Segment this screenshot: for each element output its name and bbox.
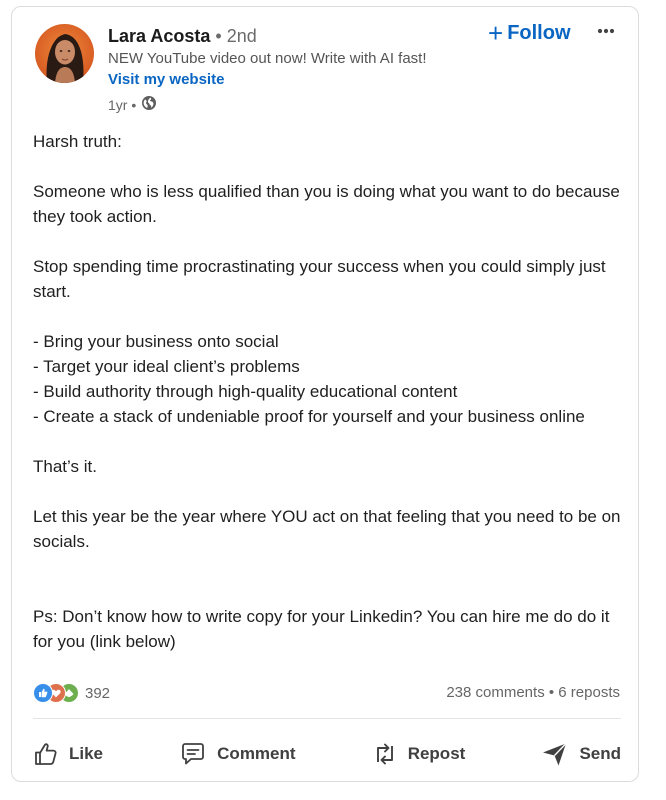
paragraph-spacer: [33, 229, 633, 254]
avatar-image: [35, 24, 94, 83]
reaction-icons: [33, 683, 83, 703]
author-name[interactable]: Lara Acosta: [108, 26, 210, 46]
repost-icon: [372, 740, 398, 768]
globe-icon: [141, 95, 157, 115]
post-card: Lara Acosta • 2nd NEW YouTube video out …: [11, 6, 639, 782]
comments-count-link[interactable]: 238 comments: [446, 684, 544, 701]
post-paragraph: That’s it.: [33, 457, 97, 476]
action-bar: Like Comment Repost Send: [23, 729, 631, 779]
paragraph-spacer: [33, 554, 633, 604]
stats-separator: •: [544, 684, 559, 701]
post-paragraph: Harsh truth:: [33, 132, 122, 151]
like-reaction-icon: [33, 683, 53, 703]
thumbs-up-icon: [33, 741, 59, 767]
post-time: 1yr •: [108, 97, 137, 113]
connection-degree: • 2nd: [215, 26, 257, 46]
comment-button[interactable]: Comment: [169, 733, 305, 775]
repost-button[interactable]: Repost: [362, 732, 476, 776]
actions-divider: [33, 718, 621, 719]
comment-icon: [179, 741, 207, 767]
post-body: Harsh truth: Someone who is less qualifi…: [33, 129, 633, 654]
visit-website-link[interactable]: Visit my website: [108, 71, 224, 89]
paragraph-spacer: [33, 304, 633, 329]
follow-label: Follow: [507, 22, 571, 44]
post-meta: 1yr •: [108, 95, 157, 115]
post-paragraph: Ps: Don’t know how to write copy for you…: [33, 607, 610, 651]
paragraph-spacer: [33, 154, 633, 179]
like-label: Like: [69, 744, 104, 763]
author-name-row: Lara Acosta • 2nd: [108, 25, 257, 47]
author-headline: NEW YouTube video out now! Write with AI…: [108, 50, 427, 67]
paragraph-spacer: [33, 429, 633, 454]
plus-icon: +: [488, 18, 504, 48]
reaction-count: 392: [85, 684, 111, 702]
author-avatar[interactable]: [35, 24, 94, 83]
post-bullet-list: - Bring your business onto social - Targ…: [33, 332, 585, 426]
paragraph-spacer: [33, 479, 633, 504]
like-button[interactable]: Like: [23, 733, 113, 775]
post-paragraph: Let this year be the year where YOU act …: [33, 507, 621, 551]
reactions-summary[interactable]: 392: [33, 682, 110, 704]
post-paragraph: Someone who is less qualified than you i…: [33, 182, 620, 226]
comment-label: Comment: [217, 744, 296, 763]
send-icon: [541, 741, 569, 767]
more-options-icon[interactable]: [595, 21, 617, 41]
follow-button[interactable]: + Follow: [488, 20, 571, 46]
post-paragraph: Stop spending time procrastinating your …: [33, 257, 606, 301]
send-button[interactable]: Send: [531, 733, 631, 775]
repost-label: Repost: [407, 744, 466, 763]
engagement-stats: 238 comments • 6 reposts: [446, 684, 620, 701]
reposts-count-link[interactable]: 6 reposts: [558, 684, 620, 701]
send-label: Send: [579, 744, 621, 763]
